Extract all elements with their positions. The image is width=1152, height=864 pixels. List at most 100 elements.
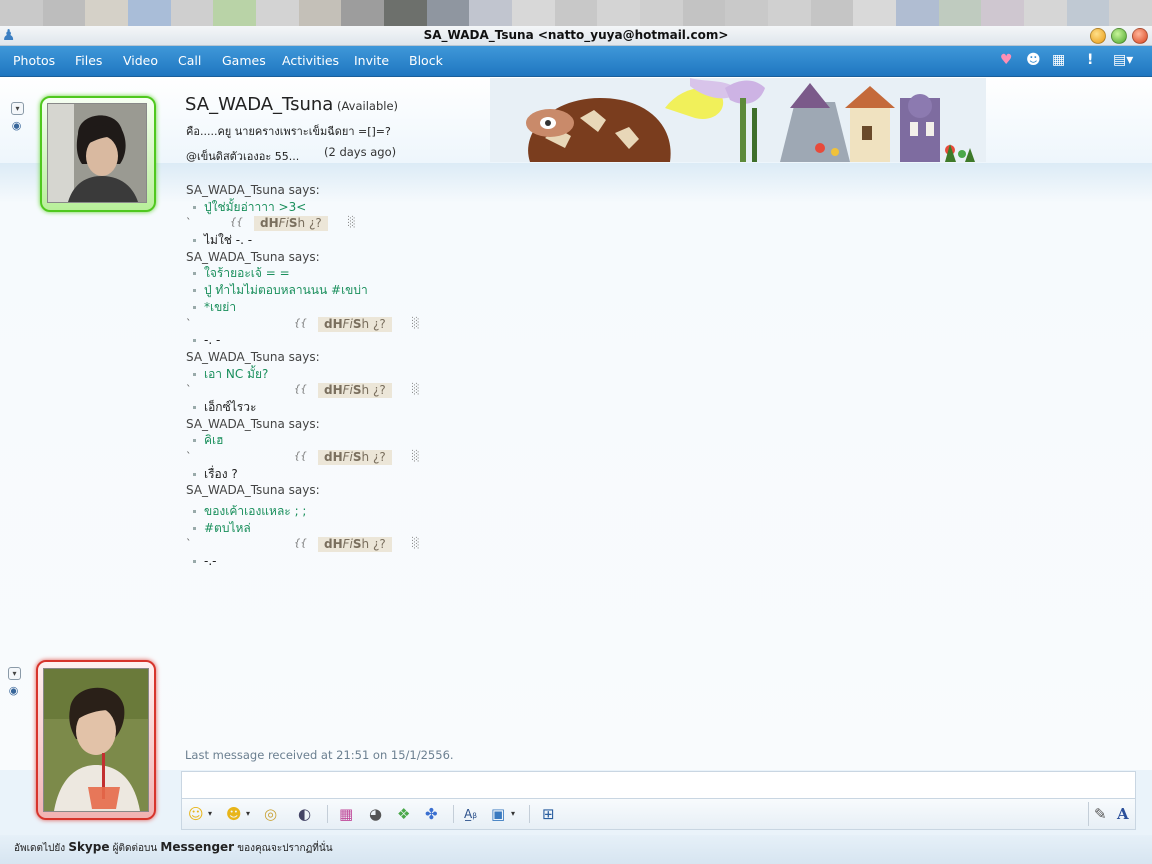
desktop-strip-block xyxy=(512,0,555,26)
signature-part: Fi xyxy=(342,450,353,464)
signature-part: Fi xyxy=(342,537,353,552)
desktop-strip-block xyxy=(554,0,598,26)
sender-label: SA_WADA_Tsuna says: xyxy=(186,483,320,498)
menu-call[interactable]: Call xyxy=(178,53,201,68)
outgoing-message: -.- xyxy=(204,554,217,569)
chat-row: ปู่ใช่มั้ยอ่าาาา >3< xyxy=(186,199,746,216)
signature-part: h ¿? xyxy=(361,450,386,464)
contact-status: (Available) xyxy=(337,99,399,113)
message-input[interactable] xyxy=(181,771,1136,798)
menu-dropdown-icon[interactable]: ▤▾ xyxy=(1113,52,1133,68)
winks-icon[interactable]: ❖ xyxy=(397,805,410,823)
conversation-toolbar: Photos Files Video Call Games Activities… xyxy=(0,46,1152,77)
my-webcam-icon[interactable]: ◉ xyxy=(8,685,19,697)
window-title: SA_WADA_Tsuna <natto_yuya@hotmail.com> xyxy=(423,28,729,42)
desktop-strip-block xyxy=(469,0,513,26)
message-bullet xyxy=(193,272,196,276)
my-signature-name: dHFiSh ¿? xyxy=(318,316,392,332)
desktop-strip-block xyxy=(853,0,897,26)
minimize-button[interactable] xyxy=(1090,28,1106,44)
image-dropdown-icon[interactable]: ▾ xyxy=(511,809,515,818)
signature-part: h ¿? xyxy=(361,316,386,331)
desktop-strip-block xyxy=(298,0,342,26)
desktop-strip-block xyxy=(85,0,129,26)
desktop-strip-block xyxy=(256,0,299,26)
collapse-my-picture-button[interactable]: ▾ xyxy=(8,667,21,680)
chat-row: SA_WADA_Tsuna says: xyxy=(186,349,746,366)
text-style-icon[interactable]: A xyxy=(1117,805,1129,823)
voice-clip-icon[interactable]: ◐ xyxy=(298,805,311,823)
alert-icon[interactable]: ! xyxy=(1087,52,1093,68)
message-bullet xyxy=(193,205,196,209)
desktop-strip-block xyxy=(170,0,214,26)
separator xyxy=(453,805,454,823)
collapse-contact-picture-button[interactable]: ▾ xyxy=(11,102,24,115)
signature-tick: ` xyxy=(186,537,192,551)
menu-video[interactable]: Video xyxy=(123,53,158,68)
contact-display-picture-frame[interactable] xyxy=(40,96,156,212)
message-bullet xyxy=(193,510,196,514)
footer-middle: ผู้ติดต่อบน xyxy=(109,843,161,854)
wink-dropdown-icon[interactable]: ▾ xyxy=(246,809,250,818)
separator xyxy=(529,805,530,823)
incoming-message: คิเฮ xyxy=(204,433,224,448)
message-bullet xyxy=(193,289,196,293)
desktop-background-strip xyxy=(0,0,1152,26)
incoming-message: เอา NC มั้ย? xyxy=(204,366,269,381)
maximize-button[interactable] xyxy=(1111,28,1127,44)
menu-block[interactable]: Block xyxy=(409,53,443,68)
signature-scroll-icon: ░ xyxy=(412,538,420,550)
window-titlebar[interactable]: ♟ SA_WADA_Tsuna <natto_yuya@hotmail.com> xyxy=(0,26,1152,46)
keyboard-icon[interactable]: ▦ xyxy=(1052,52,1065,68)
signature-part: dH xyxy=(260,216,279,231)
emoticon-face-icon[interactable]: ☻ xyxy=(1026,52,1041,68)
message-bullet xyxy=(193,239,196,243)
header-scene-artwork xyxy=(490,78,986,162)
desktop-strip-block xyxy=(682,0,726,26)
incoming-message: *เขย่า xyxy=(204,299,237,314)
chat-row: เอ็กซ์ไรวะ xyxy=(186,399,746,416)
signature-scroll-icon: ░ xyxy=(412,451,420,462)
heart-icon[interactable]: ♥ xyxy=(1000,52,1013,68)
games-icon[interactable]: ✤ xyxy=(425,805,438,823)
image-icon[interactable]: ▣ xyxy=(491,805,505,823)
footer-skype: Skype xyxy=(68,840,110,854)
wink-icon[interactable]: ☻ xyxy=(226,805,242,823)
my-signature-name: dHFiSh ¿? xyxy=(318,537,392,553)
footer-message[interactable]: อัพเดตไปยัง Skype ผู้ติดต่อบน Messenger … xyxy=(14,840,333,856)
menu-activities[interactable]: Activities xyxy=(282,53,339,68)
chat-row: -.- xyxy=(186,553,746,570)
chat-row: SA_WADA_Tsuna says: xyxy=(186,182,746,199)
nudge-shake-icon[interactable]: ◕ xyxy=(369,805,382,823)
menu-files[interactable]: Files xyxy=(75,53,102,68)
signature-part: dH xyxy=(324,537,343,552)
smiley-icon[interactable]: ☺ xyxy=(188,805,204,823)
menu-photos[interactable]: Photos xyxy=(13,53,55,68)
font-icon[interactable]: A̲ᵦ xyxy=(464,807,477,821)
chat-row: คิเฮ xyxy=(186,432,746,449)
handwriting-icon[interactable]: ✎ xyxy=(1094,805,1107,823)
webcam-icon[interactable]: ◉ xyxy=(11,120,22,132)
sender-label: SA_WADA_Tsuna says: xyxy=(186,183,320,197)
smiley-dropdown-icon[interactable]: ▾ xyxy=(208,809,212,818)
contacts-icon[interactable]: ⊞ xyxy=(542,805,555,823)
status-footer: อัพเดตไปยัง Skype ผู้ติดต่อบน Messenger … xyxy=(0,835,1152,864)
menu-invite[interactable]: Invite xyxy=(354,53,389,68)
desktop-strip-block xyxy=(384,0,427,26)
message-bullet xyxy=(193,339,196,343)
contact-news-item[interactable]: @เข็นดิสตัวเองอะ 55... xyxy=(186,147,299,165)
chat-row: ` {{dHFiSh ¿? ░ xyxy=(186,215,746,232)
signature-part: h ¿? xyxy=(297,216,322,231)
backgrounds-icon[interactable]: ▦ xyxy=(339,805,353,823)
signature-tick: ` xyxy=(186,316,192,330)
message-history[interactable]: SA_WADA_Tsuna says: ปู่ใช่มั้ยอ่าาาา >3< `… xyxy=(186,182,746,570)
message-bullet xyxy=(193,472,196,476)
menu-games[interactable]: Games xyxy=(222,53,266,68)
close-button[interactable] xyxy=(1132,28,1148,44)
contact-display-picture xyxy=(47,103,147,203)
nudge-icon[interactable]: ◎ xyxy=(264,805,277,823)
separator xyxy=(327,805,328,823)
my-display-picture-frame[interactable] xyxy=(36,660,156,820)
footer-suffix: ของคุณจะปรากฏที่นั่น xyxy=(234,843,333,854)
sender-label: SA_WADA_Tsuna says: xyxy=(186,349,320,364)
